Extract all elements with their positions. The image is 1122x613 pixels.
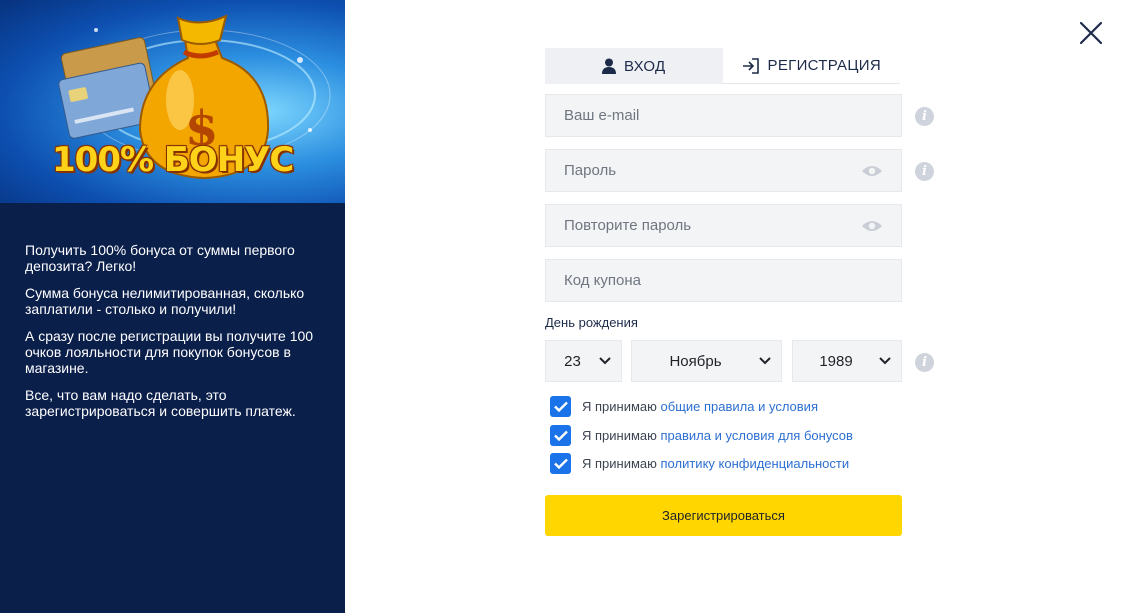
privacy-check-label: Я принимаю политику конфиденциальности — [582, 456, 849, 471]
bonus-terms-check-label: Я принимаю правила и условия для бонусов — [582, 428, 853, 443]
repeat-password-placeholder: Повторите пароль — [564, 217, 692, 234]
register-button[interactable]: Зарегистрироваться — [545, 495, 902, 536]
checkmark-icon — [553, 458, 568, 469]
sign-in-icon — [742, 57, 759, 74]
tab-register[interactable]: РЕГИСТРАЦИЯ — [722, 48, 900, 84]
bonus-banner-text: 100% БОНУС — [52, 140, 294, 180]
promo-description: Получить 100% бонуса от суммы первого де… — [25, 242, 325, 430]
birthday-day-select[interactable]: 23 — [545, 340, 622, 382]
password-field[interactable]: Пароль — [545, 149, 902, 192]
tab-register-label: РЕГИСТРАЦИЯ — [767, 57, 881, 74]
eye-icon[interactable] — [861, 164, 883, 178]
email-field[interactable]: Ваш e-mail — [545, 94, 902, 137]
close-icon[interactable] — [1079, 21, 1103, 45]
email-info-icon[interactable]: i — [915, 107, 934, 126]
birthday-month-value: Ноябрь — [669, 352, 722, 370]
privacy-checkbox[interactable] — [550, 453, 571, 474]
privacy-check-row: Я принимаю политику конфиденциальности — [550, 453, 849, 474]
promo-paragraph: Сумма бонуса нелимитированная, сколько з… — [25, 285, 305, 317]
chevron-down-icon — [599, 357, 611, 365]
privacy-check-prefix: Я принимаю — [582, 456, 657, 471]
user-icon — [601, 58, 616, 74]
terms-check-prefix: Я принимаю — [582, 399, 657, 414]
tab-login-label: ВХОД — [623, 57, 666, 75]
repeat-password-field[interactable]: Повторите пароль — [545, 204, 902, 247]
bonus-terms-check-prefix: Я принимаю — [582, 428, 657, 443]
bonus-terms-link[interactable]: правила и условия для бонусов — [661, 428, 853, 443]
eye-icon[interactable] — [861, 219, 883, 233]
bonus-terms-checkbox[interactable] — [550, 425, 571, 446]
password-info-icon[interactable]: i — [915, 162, 934, 181]
coupon-field[interactable]: Код купона — [545, 259, 902, 302]
birthday-year-value: 1989 — [819, 352, 853, 370]
birthday-label: День рождения — [545, 315, 638, 330]
email-placeholder: Ваш e-mail — [564, 107, 640, 124]
chevron-down-icon — [879, 357, 891, 365]
promo-paragraph: Все, что вам надо сделать, это зарегистр… — [25, 387, 296, 419]
chevron-down-icon — [759, 357, 771, 365]
tab-login[interactable]: ВХОД — [545, 48, 723, 84]
checkmark-icon — [553, 430, 568, 441]
terms-check-row: Я принимаю общие правила и условия — [550, 396, 818, 417]
bonus-banner-image: $ 100% БОНУС — [0, 0, 345, 203]
privacy-policy-link[interactable]: политику конфиденциальности — [661, 456, 850, 471]
general-terms-link[interactable]: общие правила и условия — [661, 399, 818, 414]
promo-paragraph: А сразу после регистрации вы получите 10… — [25, 328, 314, 376]
birthday-month-select[interactable]: Ноябрь — [631, 340, 782, 382]
birthday-info-icon[interactable]: i — [915, 353, 934, 372]
checkmark-icon — [553, 401, 568, 412]
birthday-day-value: 23 — [564, 352, 581, 370]
promo-paragraph: Получить 100% бонуса от суммы первого де… — [25, 242, 295, 274]
bonus-terms-check-row: Я принимаю правила и условия для бонусов — [550, 425, 853, 446]
coupon-placeholder: Код купона — [564, 272, 641, 289]
terms-check-label: Я принимаю общие правила и условия — [582, 399, 818, 414]
registration-modal: $ 100% БОНУС Получить 100% бонуса от сум… — [0, 0, 1122, 613]
terms-checkbox[interactable] — [550, 396, 571, 417]
birthday-year-select[interactable]: 1989 — [792, 340, 902, 382]
auth-tabs: ВХОД РЕГИСТРАЦИЯ — [545, 48, 900, 84]
password-placeholder: Пароль — [564, 162, 617, 179]
promo-panel: $ 100% БОНУС Получить 100% бонуса от сум… — [0, 0, 345, 613]
